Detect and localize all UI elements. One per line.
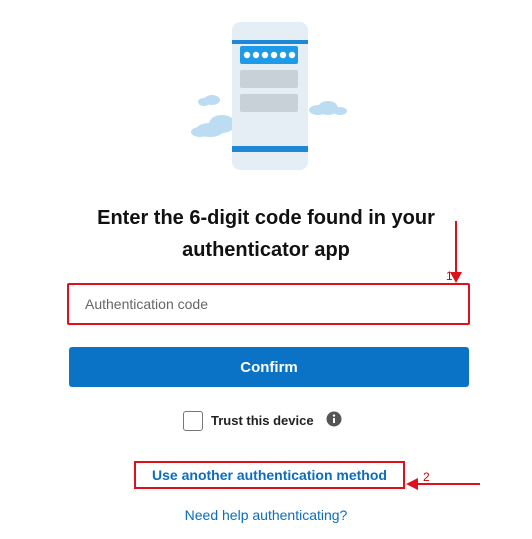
cloud-left-large [191,115,235,137]
cloud-right [309,101,347,115]
phone-illustration [191,22,347,170]
authentication-code-input[interactable] [69,285,468,323]
placeholder-field-1 [240,70,298,88]
trust-device-checkbox[interactable] [183,411,203,431]
annotation-arrow-2 [406,478,480,490]
use-another-method-link[interactable]: Use another authentication method [136,467,403,483]
cloud-left-small [198,95,220,106]
annotation-marker-2: 2 [423,470,430,484]
annotation-marker-1: 1 [446,269,453,283]
phone-top-bar [232,40,308,44]
info-icon[interactable] [326,411,342,427]
authentication-code-field [67,283,470,325]
confirm-button[interactable]: Confirm [69,347,469,387]
phone-bottom-bar [232,146,308,152]
need-help-link[interactable]: Need help authenticating? [0,507,532,523]
page-title-line-1: Enter the 6-digit code found in your [97,207,435,229]
page-title-line-2: authenticator app [182,239,350,261]
trust-device-label[interactable]: Trust this device [211,413,314,428]
alt-method-highlight-box: Use another authentication method [134,461,405,489]
placeholder-field-2 [240,94,298,112]
